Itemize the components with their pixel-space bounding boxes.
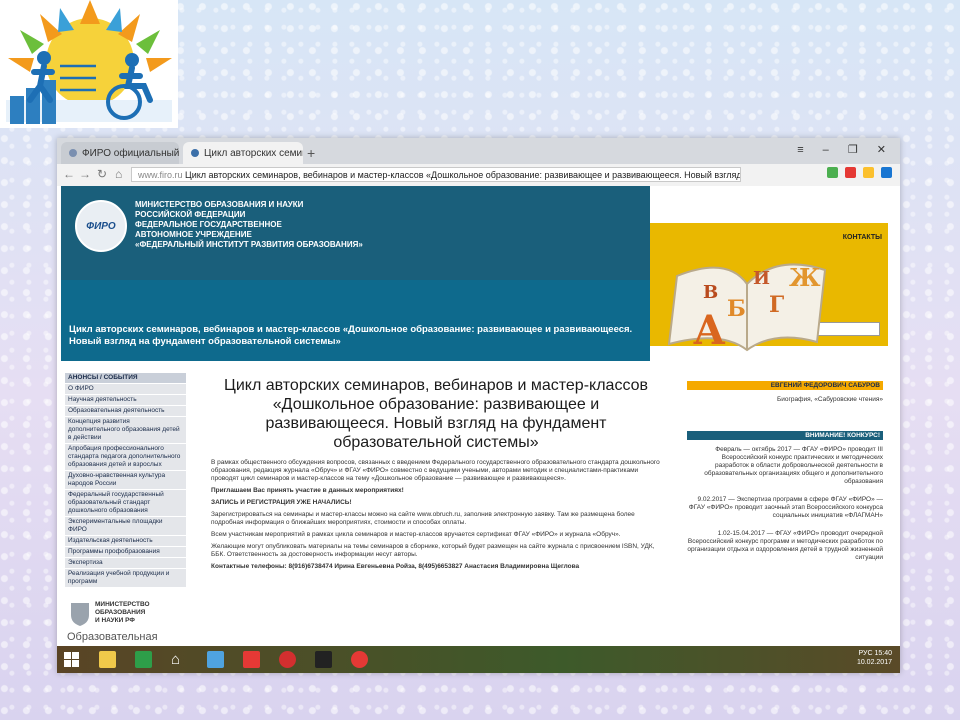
book-letter: А [693, 307, 726, 354]
sidebar-bottom-text: Образовательная [67, 631, 158, 643]
content-paragraph: Желающие могут опубликовать материалы на… [211, 543, 655, 558]
sidebar-item-publishing[interactable]: Издательская деятельность [65, 536, 186, 547]
mail-icon[interactable] [207, 651, 224, 668]
book-letter: В [703, 282, 718, 303]
sidebar-item-sales[interactable]: Реализация учебной продукции и программ [65, 569, 186, 588]
content-paragraph: Всем участникам мероприятий в рамках цик… [211, 531, 621, 538]
ministry-line: АВТОНОМНОЕ УЧРЕЖДЕНИЕ [135, 230, 252, 239]
ministry-line: РОССИЙСКОЙ ФЕДЕРАЦИИ [135, 210, 246, 219]
ministry-logo[interactable]: МИНИСТЕРСТВО ОБРАЗОВАНИЯ И НАУКИ РФ [67, 599, 183, 629]
ministry-line: «ФЕДЕРАЛЬНЫЙ ИНСТИТУТ РАЗВИТИЯ ОБРАЗОВАН… [135, 240, 363, 249]
home-icon[interactable]: ⌂ [115, 167, 122, 181]
page-title: Цикл авторских семинаров, вебинаров и ма… [223, 377, 649, 451]
saburov-link[interactable]: Биография, «Сабуровские чтения» [687, 396, 883, 404]
new-tab-button[interactable]: + [307, 145, 315, 161]
sidebar-item-science[interactable]: Научная деятельность [65, 395, 186, 406]
url-domain: www.firo.ru [138, 170, 183, 180]
yandex-icon[interactable] [243, 651, 260, 668]
book-letter: И [753, 268, 770, 289]
coat-of-arms-icon [71, 603, 89, 626]
book-letter: Г [769, 292, 784, 318]
home-icon[interactable]: ⌂ [171, 651, 188, 668]
right-header-contest[interactable]: ВНИМАНИЕ! КОНКУРС! [687, 431, 883, 440]
ministry-text: МИНИСТЕРСТВО ОБРАЗОВАНИЯ И НАУКИ РОССИЙС… [135, 200, 363, 250]
ministry-logo-line: И НАУКИ РФ [95, 617, 135, 624]
url-page-title: Цикл авторских семинаров, вебинаров и ма… [185, 170, 741, 180]
content-paragraph: В рамках общественного обсуждения вопрос… [211, 459, 660, 482]
sidebar-item-programs[interactable]: Программы профобразования [65, 547, 186, 558]
main-content: Цикл авторских семинаров, вебинаров и ма… [211, 376, 661, 575]
sidebar-item-education[interactable]: Образовательная деятельность [65, 406, 186, 417]
store-icon[interactable] [135, 651, 152, 668]
content-paragraph: ЗАПИСЬ И РЕГИСТРАЦИЯ УЖЕ НАЧАЛИСЬ! [211, 499, 352, 506]
yandex-extension-icon[interactable] [845, 167, 856, 178]
content-paragraph: Приглашаем Вас принять участие в данных … [211, 487, 404, 494]
ministry-line: МИНИСТЕРСТВО ОБРАЗОВАНИЯ И НАУКИ [135, 200, 304, 209]
windows-taskbar: ⌂ РУС 15:40 10.02.2017 [57, 646, 900, 673]
content-paragraph: Зарегистрироваться на семинары и мастер-… [211, 511, 635, 526]
forward-arrow-icon[interactable]: → [79, 167, 91, 181]
sidebar-item-moral-culture[interactable]: Духовно-нравственная культура народов Ро… [65, 471, 186, 490]
protect-extension-icon[interactable] [827, 167, 838, 178]
contacts-link[interactable]: КОНТАКТЫ [843, 234, 882, 241]
tab-label: Цикл авторских семинар [204, 147, 303, 159]
ministry-logo-line: ОБРАЗОВАНИЯ [95, 609, 146, 616]
back-arrow-icon[interactable]: ← [63, 167, 75, 181]
browser-tab-bar: ФИРО официальный сайт ✕ Цикл авторских с… [57, 138, 900, 164]
ministry-line: ФЕДЕРАЛЬНОЕ ГОСУДАРСТВЕННОЕ [135, 220, 282, 229]
clock-time: 15:40 [874, 650, 892, 657]
web-page: ФИРО МИНИСТЕРСТВО ОБРАЗОВАНИЯ И НАУКИ РО… [57, 186, 900, 646]
browser-screenshot: ФИРО официальный сайт ✕ Цикл авторских с… [57, 138, 900, 673]
app-icon[interactable] [315, 651, 332, 668]
tab-firo[interactable]: ФИРО официальный сайт ✕ [61, 142, 179, 164]
yandex-browser-icon[interactable] [279, 651, 296, 668]
sidebar-item-fgos[interactable]: Федеральный государственный образователь… [65, 490, 186, 517]
sidebar-nav: АНОНСЫ / СОБЫТИЯ О ФИРО Научная деятельн… [65, 373, 186, 588]
book-letter: Ж [789, 263, 821, 292]
accessibility-logo [0, 0, 178, 128]
news-item[interactable]: 9.02.2017 — Экспертиза программ в сфере … [687, 496, 883, 520]
reload-icon[interactable]: ↻ [97, 167, 107, 181]
language-indicator[interactable]: РУС [858, 650, 872, 657]
bookmark-extension-icon[interactable] [863, 167, 874, 178]
ministry-logo-line: МИНИСТЕРСТВО [95, 601, 150, 608]
site-banner: ФИРО МИНИСТЕРСТВО ОБРАЗОВАНИЯ И НАУКИ РО… [61, 186, 650, 361]
address-bar-row: ← → ↻ ⌂ www.firo.ru Цикл авторских семин… [57, 164, 900, 187]
download-icon[interactable] [881, 167, 892, 178]
content-paragraph: Контактные телефоны: 8(916)6738474 Ирина… [211, 563, 580, 570]
right-column: ЕВГЕНИЙ ФЕДОРОВИЧ САБУРОВ Биография, «Са… [687, 381, 883, 572]
sidebar-item-experimental[interactable]: Экспериментальные площадки ФИРО [65, 517, 186, 536]
extension-icons [827, 167, 892, 178]
sidebar-item-standard-approbation[interactable]: Апробация профессионального стандарта пе… [65, 444, 186, 471]
news-item[interactable]: 1.02-15.04.2017 — ФГАУ «ФИРО» проводит о… [687, 530, 883, 562]
clock-date: 10.02.2017 [856, 659, 892, 666]
site-favicon-icon [191, 149, 199, 157]
right-header-saburov[interactable]: ЕВГЕНИЙ ФЕДОРОВИЧ САБУРОВ [687, 381, 883, 390]
sidebar-item-expertise[interactable]: Экспертиза [65, 558, 186, 569]
windows-start-icon[interactable] [63, 651, 80, 668]
firo-emblem-icon[interactable]: ФИРО [75, 200, 127, 252]
header-white-strip [650, 186, 888, 223]
sidebar-item-announcements[interactable]: АНОНСЫ / СОБЫТИЯ [65, 373, 186, 384]
alphabet-book-icon: А Б В Г Ж И [667, 263, 827, 354]
book-letter: Б [727, 296, 746, 322]
sidebar-item-about[interactable]: О ФИРО [65, 384, 186, 395]
news-item[interactable]: Февраль — октябрь 2017 — ФГАУ «ФИРО» про… [687, 446, 883, 486]
accessibility-logo-graphic [6, 0, 172, 124]
sidebar-item-concept[interactable]: Концепция развития дополнительного образ… [65, 417, 186, 444]
tab-label: ФИРО официальный сайт [82, 147, 179, 159]
tab-seminars[interactable]: Цикл авторских семинар ✕ [183, 142, 303, 164]
system-tray[interactable]: РУС 15:40 10.02.2017 [857, 649, 892, 667]
window-controls[interactable]: ≡ – ❐ ✕ [797, 143, 894, 156]
url-input[interactable]: www.firo.ru Цикл авторских семинаров, ве… [131, 167, 741, 182]
file-explorer-icon[interactable] [99, 651, 116, 668]
opera-icon[interactable] [351, 651, 368, 668]
banner-title: Цикл авторских семинаров, вебинаров и ма… [69, 324, 633, 347]
site-favicon-icon [69, 149, 77, 157]
emblem-text: ФИРО [86, 220, 116, 232]
